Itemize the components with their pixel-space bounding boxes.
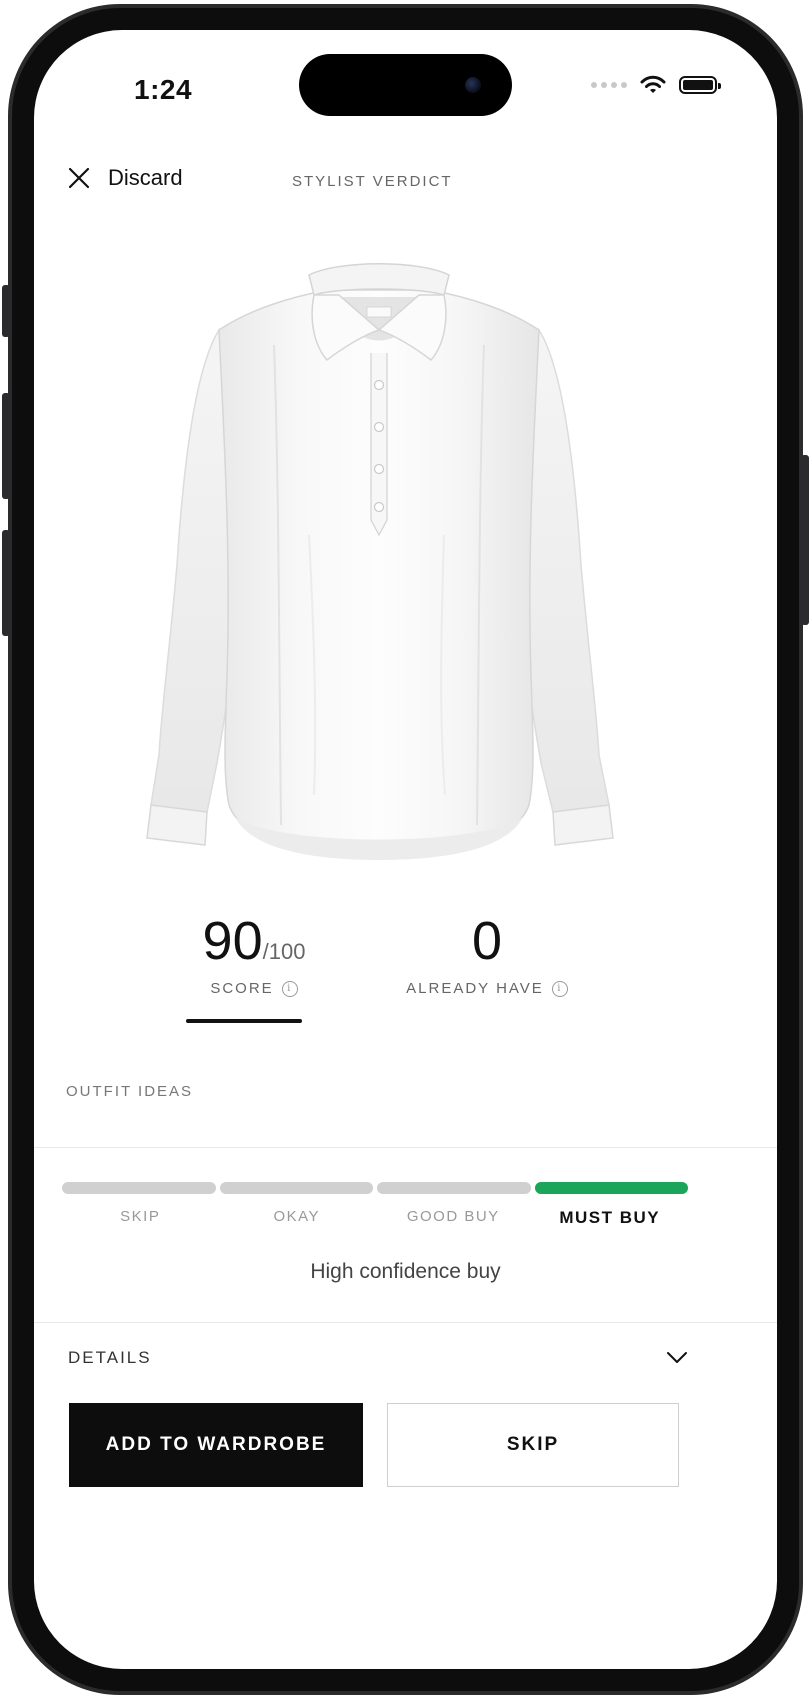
meter-label-okay: OKAY (273, 1208, 321, 1225)
info-icon[interactable]: i (281, 980, 298, 997)
add-to-wardrobe-button[interactable]: ADD TO WARDROBE (69, 1403, 363, 1487)
status-time: 1:24 (134, 74, 193, 105)
details-toggle[interactable]: DETAILS (68, 1348, 688, 1368)
score-value: 90 (202, 911, 263, 971)
discard-label: Discard (108, 165, 183, 190)
volume-up-button (2, 393, 10, 499)
divider (34, 1147, 777, 1148)
status-indicators (591, 74, 721, 96)
top-bar: Discard STYLIST VERDICT (34, 165, 777, 205)
active-tab-indicator (186, 1019, 302, 1023)
score-max: /100 (262, 939, 306, 964)
info-icon[interactable]: i (551, 980, 568, 997)
score-tab[interactable]: SCORE i (184, 980, 324, 997)
discard-button[interactable]: Discard (68, 165, 183, 191)
page-title: STYLIST VERDICT (292, 173, 453, 190)
close-icon (68, 167, 90, 189)
skip-button[interactable]: SKIP (387, 1403, 679, 1487)
phone-frame: 1:24 Discard STYLIST VERDICT 90/100 SCOR… (0, 0, 811, 1699)
details-label: DETAILS (68, 1348, 152, 1367)
outfit-ideas-heading: OUTFIT IDEAS (66, 1083, 194, 1100)
chevron-down-icon (667, 1352, 687, 1363)
screen: 1:24 Discard STYLIST VERDICT 90/100 SCOR… (34, 30, 777, 1669)
battery-icon (679, 76, 721, 94)
score-label: SCORE (210, 980, 274, 997)
camera-icon (465, 77, 481, 93)
product-image (146, 263, 614, 860)
wifi-icon (640, 75, 666, 93)
already-have-block: 0 ALREADY HAVE i (397, 910, 577, 997)
meter-label-skip: SKIP (120, 1208, 161, 1225)
meter-segment-good-buy (377, 1182, 531, 1194)
already-have-tab[interactable]: ALREADY HAVE i (397, 980, 577, 997)
meter-segment-skip (62, 1182, 216, 1194)
power-button (801, 455, 809, 625)
verdict-meter-labels: SKIP OKAY GOOD BUY MUST BUY (62, 1208, 688, 1228)
verdict-meter (62, 1182, 688, 1194)
dynamic-island (299, 54, 512, 116)
meter-segment-must-buy (534, 1182, 688, 1194)
volume-down-button (2, 530, 10, 636)
already-have-value: 0 (471, 911, 503, 971)
confidence-text: High confidence buy (310, 1260, 501, 1283)
already-have-label: ALREADY HAVE (406, 980, 544, 997)
meter-segment-okay (219, 1182, 373, 1194)
cellular-signal-icon (591, 82, 627, 88)
meter-label-good-buy: GOOD BUY (406, 1208, 500, 1225)
score-block: 90/100 SCORE i (184, 910, 324, 997)
divider (34, 1322, 777, 1323)
meter-label-must-buy: MUST BUY (559, 1208, 661, 1227)
action-button (2, 285, 10, 337)
